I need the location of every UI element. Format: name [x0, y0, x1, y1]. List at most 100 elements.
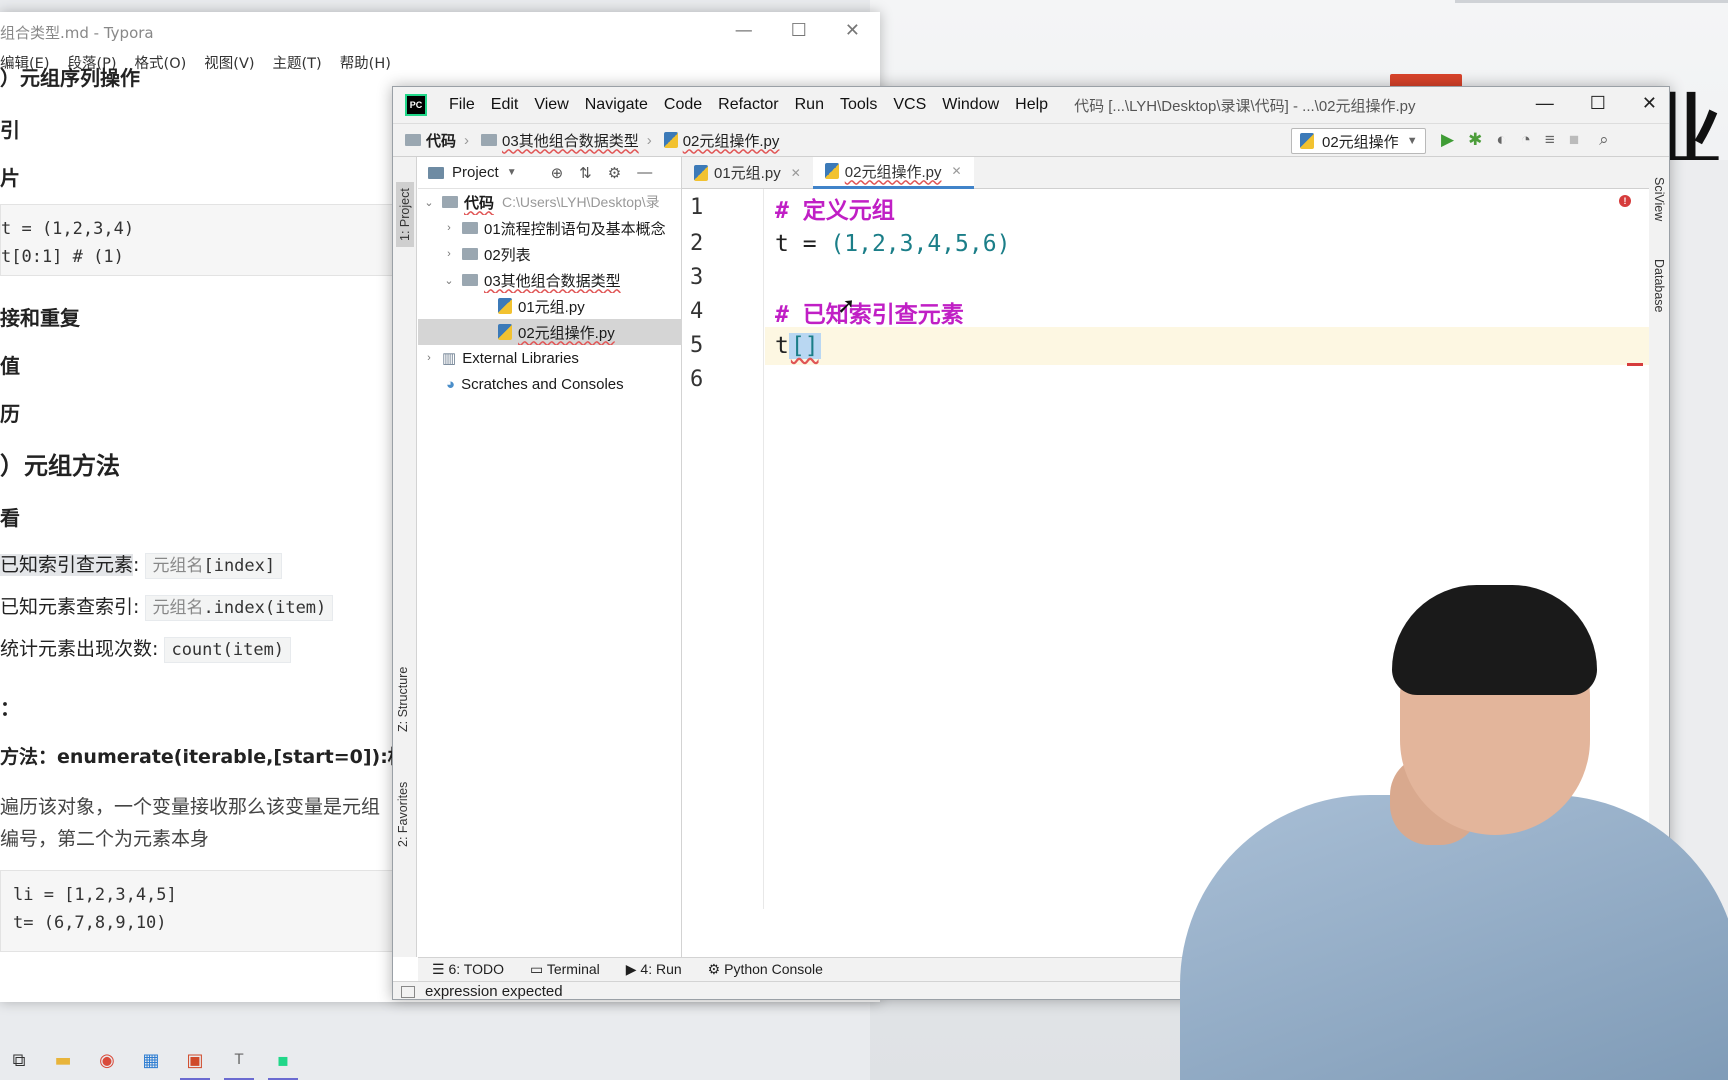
tab-database[interactable]: Database	[1652, 259, 1666, 313]
line-number-gutter: 1 2 3 4 5 6	[682, 189, 764, 909]
tab-favorites[interactable]: 2: Favorites	[396, 782, 410, 847]
menu-edit[interactable]: Edit	[491, 96, 519, 114]
method-1: 已知索引查元素: 元组名[index]	[0, 550, 283, 579]
menu-help[interactable]: 帮助(H)	[340, 52, 391, 78]
hide-icon[interactable]: —	[637, 164, 652, 182]
status-toggle-icon[interactable]	[401, 985, 415, 998]
code-block-1[interactable]: t = (1,2,3,4) t[0:1] # (1)	[0, 204, 420, 276]
maximize-icon[interactable]: ☐	[1590, 93, 1606, 114]
project-view-label[interactable]: Project	[452, 164, 499, 181]
code-block-2[interactable]: li = [1,2,3,4,5] t= (6,7,8,9,10)	[0, 870, 420, 952]
project-view-icon	[428, 166, 444, 179]
tree-item-folder[interactable]: › 01流程控制语句及基本概念	[418, 215, 682, 241]
scratches-icon: ◕	[446, 375, 456, 393]
search-icon[interactable]: ⌕	[1599, 130, 1609, 150]
chevron-right-icon: ›	[447, 248, 451, 260]
locate-icon[interactable]: ⊕	[551, 164, 564, 182]
code-line-1[interactable]: # 定义元组	[765, 189, 1649, 227]
menu-navigate[interactable]: Navigate	[585, 96, 648, 114]
menu-view[interactable]: 视图(V)	[204, 52, 254, 78]
line-number: 6	[690, 367, 704, 392]
menu-help[interactable]: Help	[1015, 96, 1048, 114]
tree-item-folder[interactable]: › 02列表	[418, 241, 682, 267]
close-icon[interactable]: ✕	[845, 20, 860, 41]
debug-icon[interactable]: ✱	[1468, 130, 1482, 150]
tree-item-file-selected[interactable]: 02元组操作.py	[418, 319, 682, 345]
menu-refactor[interactable]: Refactor	[718, 96, 778, 114]
tab-structure[interactable]: Z: Structure	[396, 667, 410, 732]
method-3: 统计元素出现次数: count(item)	[0, 634, 292, 663]
terminal-tool-button[interactable]: ▭ Terminal	[530, 961, 600, 978]
pycharm-icon[interactable]: ▪	[268, 1045, 298, 1080]
coverage-icon[interactable]: ◐	[1496, 130, 1506, 150]
minimize-icon[interactable]: —	[735, 20, 753, 41]
run-configuration-select[interactable]: 02元组操作 ▼	[1291, 128, 1426, 154]
project-panel: Project ▼ ⊕ ⇅ ⚙ — ⌄ 代码 C:\Users\LYH\Desk…	[418, 157, 682, 957]
code-line-4[interactable]: # 已知索引查元素	[765, 293, 1649, 331]
tree-item-root[interactable]: ⌄ 代码 C:\Users\LYH\Desktop\录	[418, 189, 682, 215]
chrome-icon[interactable]: ◉	[92, 1045, 122, 1075]
run-icon[interactable]: ▶	[1441, 130, 1454, 150]
code-line-5-current[interactable]: t[]	[765, 327, 1649, 365]
chevron-down-icon[interactable]: ▼	[507, 167, 517, 178]
collapse-all-icon[interactable]: ⇅	[579, 164, 592, 182]
library-icon: ▥	[442, 350, 457, 367]
close-icon[interactable]: ✕	[1642, 93, 1657, 114]
error-stripe-mark[interactable]	[1627, 363, 1643, 366]
chevron-down-icon: ▼	[1406, 135, 1418, 147]
breadcrumb-root[interactable]: 代码	[405, 130, 456, 151]
file-explorer-icon[interactable]: ▬	[48, 1045, 78, 1075]
error-indicator-icon[interactable]: !	[1619, 195, 1631, 207]
tab-01-tuple[interactable]: 01元组.py ✕	[682, 157, 813, 189]
line-number: 1	[690, 195, 704, 220]
tab-sciview[interactable]: SciView	[1652, 177, 1666, 221]
tree-item-folder[interactable]: ⌄ 03其他组合数据类型	[418, 267, 682, 293]
python-console-tool-button[interactable]: ⚙ Python Console	[708, 961, 823, 978]
typora-icon[interactable]: T	[224, 1045, 254, 1080]
tree-item-scratches[interactable]: ◕ Scratches and Consoles	[418, 371, 682, 397]
run-tool-button[interactable]: ▶ 4: Run	[626, 961, 682, 978]
menu-window[interactable]: Window	[942, 96, 999, 114]
play-icon: ▶	[625, 961, 641, 977]
menu-format[interactable]: 格式(O)	[135, 52, 187, 78]
breadcrumb-file[interactable]: 02元组操作.py	[663, 130, 779, 151]
stop-icon[interactable]: ■	[1569, 130, 1579, 150]
powerpoint-icon[interactable]: ▣	[180, 1045, 210, 1080]
menu-vcs[interactable]: VCS	[893, 96, 926, 114]
tab-project[interactable]: 1: Project	[396, 182, 414, 247]
python-file-icon	[824, 163, 839, 179]
concurrency-icon[interactable]: ≡	[1545, 130, 1555, 150]
project-panel-header: Project ▼ ⊕ ⇅ ⚙ —	[418, 157, 681, 189]
folder-icon	[442, 196, 458, 208]
item-view: 看	[0, 506, 20, 530]
breadcrumb-folder[interactable]: 03其他组合数据类型	[481, 130, 639, 151]
chevron-right-icon: ›	[447, 222, 451, 234]
method-2-label: 已知元素查索引:	[0, 596, 140, 618]
todo-tool-button[interactable]: ☰ 6: TODO	[432, 961, 504, 978]
menu-run[interactable]: Run	[795, 96, 824, 114]
item-traverse: 历	[0, 402, 20, 426]
maximize-icon[interactable]: ☐	[791, 20, 807, 41]
menu-file[interactable]: File	[449, 96, 475, 114]
close-tab-icon[interactable]: ✕	[791, 166, 801, 180]
code-line-2[interactable]: t = (1,2,3,4,5,6)	[765, 225, 1649, 263]
chevron-right-icon: ›	[646, 131, 652, 149]
presenter-hair	[1392, 585, 1597, 695]
typora-titlebar: 组合类型.md - Typora — ☐ ✕	[0, 12, 880, 52]
tree-item-external-libraries[interactable]: › ▥ External Libraries	[418, 345, 682, 371]
profile-icon[interactable]: ◔	[1521, 130, 1531, 150]
menu-theme[interactable]: 主题(T)	[273, 52, 322, 78]
task-view-icon[interactable]: ⧉	[4, 1045, 34, 1075]
menu-code[interactable]: Code	[664, 96, 702, 114]
tab-02-tuple-ops[interactable]: 02元组操作.py ✕	[812, 156, 974, 189]
paragraph-2: 编号，第二个为元素本身	[0, 828, 210, 850]
close-tab-icon[interactable]: ✕	[951, 164, 961, 178]
window-title: 代码 [...\LYH\Desktop\录课\代码] - ...\02元组操作.…	[1074, 97, 1416, 115]
gear-icon[interactable]: ⚙	[608, 164, 621, 182]
menu-view[interactable]: View	[534, 96, 568, 114]
menu-tools[interactable]: Tools	[840, 96, 877, 114]
tree-item-file[interactable]: 01元组.py	[418, 293, 682, 319]
store-icon[interactable]: ▦	[136, 1045, 166, 1075]
item-index: 引	[0, 118, 20, 142]
minimize-icon[interactable]: —	[1536, 93, 1554, 114]
